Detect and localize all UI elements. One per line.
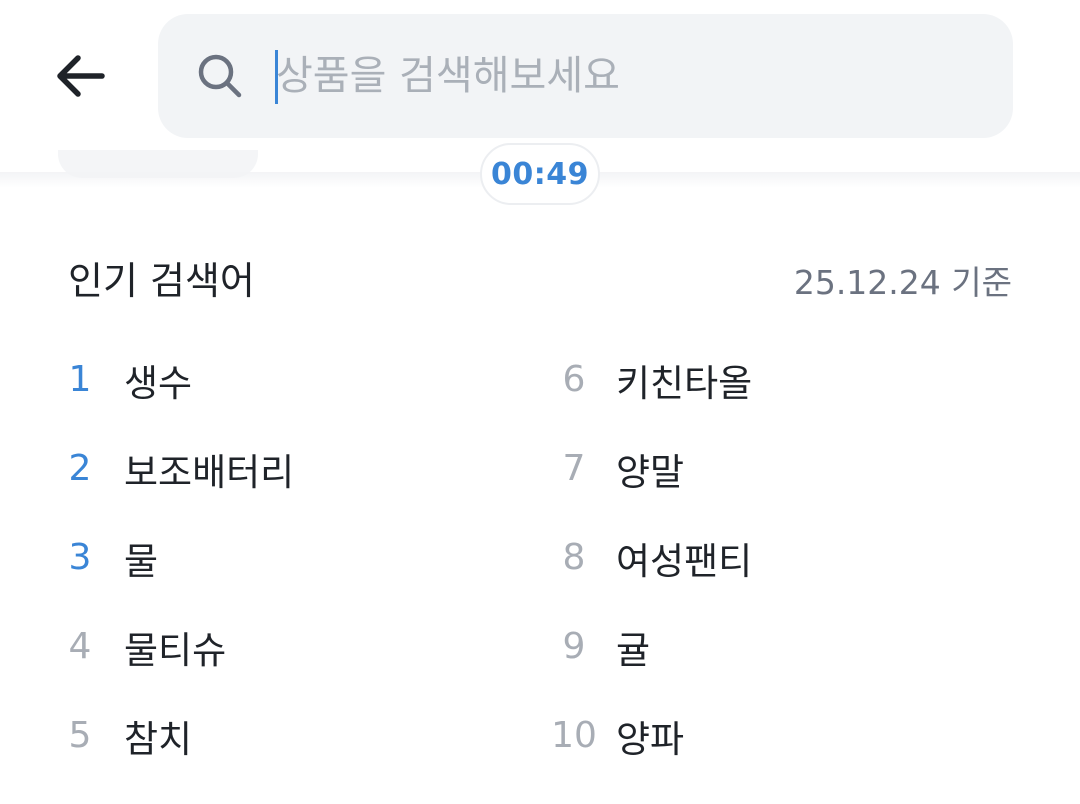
rank-keyword: 여성팬티	[616, 539, 753, 583]
rank-number: 3	[68, 537, 92, 578]
search-page: 00:49 인기 검색어 25.12.24 기준 1 생수 2 보조배터리 3 …	[0, 0, 1080, 804]
rank-keyword: 양말	[616, 450, 685, 494]
rank-item[interactable]: 8 여성팬티	[540, 513, 1000, 602]
rank-item[interactable]: 2 보조배터리	[52, 424, 512, 513]
rank-item[interactable]: 3 물	[52, 513, 512, 602]
rank-number: 10	[551, 715, 597, 756]
rank-number: 8	[562, 537, 586, 578]
timer-badge: 00:49	[480, 143, 600, 205]
rank-keyword: 생수	[124, 361, 193, 405]
rank-item[interactable]: 10 양파	[540, 691, 1000, 780]
popular-date: 25.12.24 기준	[793, 263, 1012, 302]
rank-item[interactable]: 6 키친타올	[540, 335, 1000, 424]
rank-item[interactable]: 9 귤	[540, 602, 1000, 691]
rank-number: 9	[562, 626, 586, 667]
back-button[interactable]	[44, 40, 116, 112]
rank-number: 6	[562, 359, 586, 400]
rank-item[interactable]: 4 물티슈	[52, 602, 512, 691]
rank-number: 1	[68, 359, 92, 400]
popular-title: 인기 검색어	[68, 259, 255, 303]
rank-keyword: 물	[124, 539, 159, 583]
search-icon	[198, 54, 242, 98]
rank-keyword: 물티슈	[124, 628, 227, 672]
rank-number: 7	[562, 448, 586, 489]
rank-number: 2	[68, 448, 92, 489]
rank-keyword: 참치	[124, 717, 193, 761]
rank-number: 4	[68, 626, 92, 667]
rank-keyword: 보조배터리	[124, 450, 295, 494]
rank-keyword: 양파	[616, 717, 685, 761]
rank-column-left: 1 생수 2 보조배터리 3 물 4 물티슈 5 참치	[52, 335, 512, 780]
text-caret	[275, 50, 278, 104]
rank-item[interactable]: 7 양말	[540, 424, 1000, 513]
rank-item[interactable]: 1 생수	[52, 335, 512, 424]
rank-number: 5	[68, 715, 92, 756]
rank-column-right: 6 키친타올 7 양말 8 여성팬티 9 귤 10 양파	[540, 335, 1000, 780]
arrow-left-icon	[57, 55, 105, 97]
rank-item[interactable]: 5 참치	[52, 691, 512, 780]
rank-keyword: 귤	[616, 628, 651, 672]
search-input[interactable]	[276, 44, 976, 108]
rank-keyword: 키친타올	[616, 361, 753, 405]
